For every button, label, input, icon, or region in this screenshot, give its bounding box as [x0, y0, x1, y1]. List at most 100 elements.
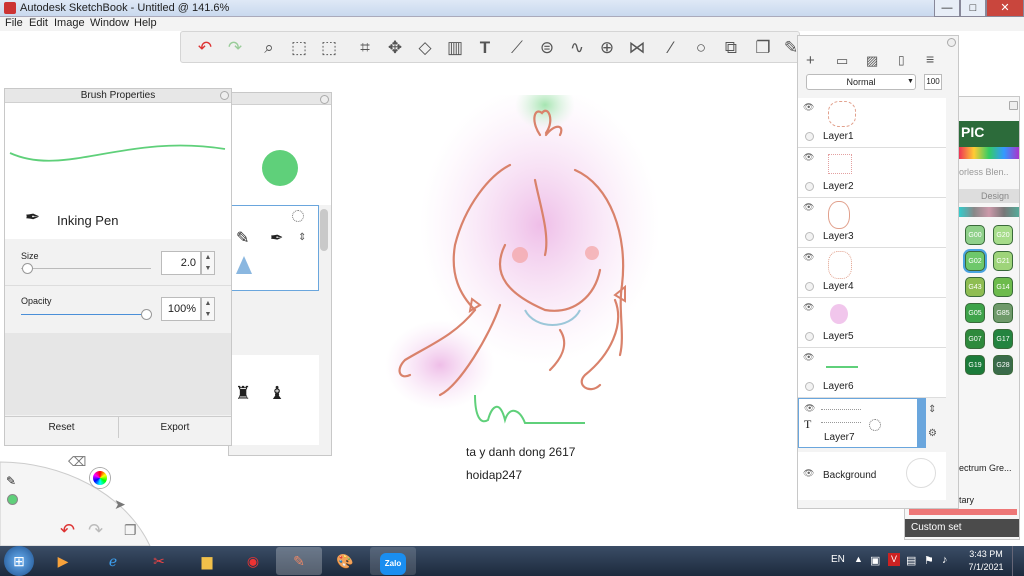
layer-row[interactable]: 👁 Layer5	[798, 298, 946, 348]
layer-lock-radio[interactable]	[805, 382, 814, 391]
layer-menu-icon[interactable]: ≡	[926, 51, 934, 67]
vietkey-tray-icon[interactable]: V	[888, 553, 900, 566]
copic-swatch[interactable]: G20	[993, 225, 1013, 245]
language-indicator[interactable]: EN	[831, 554, 845, 565]
snipping-tool-taskbar-icon[interactable]: ✂	[136, 547, 182, 575]
crayon-brush-icon[interactable]: ♝	[269, 383, 285, 404]
add-group-icon[interactable]: ▭	[836, 53, 848, 69]
opacity-slider-thumb[interactable]	[141, 309, 152, 320]
shape-icon[interactable]: ○	[689, 36, 713, 60]
color-wheel-icon[interactable]	[90, 468, 110, 488]
perspective-icon[interactable]: ⊕	[595, 36, 619, 60]
copic-swatch[interactable]: G02	[965, 251, 985, 271]
layer-row[interactable]: 👁 Layer1	[798, 98, 946, 148]
wheel-redo-icon[interactable]: ↷	[88, 520, 103, 541]
opacity-value-field[interactable]: 100%	[161, 297, 201, 321]
export-button[interactable]: Export	[119, 416, 231, 438]
stroke-icon[interactable]: ⁄	[659, 36, 683, 60]
copic-swatch[interactable]: G28	[993, 355, 1013, 375]
brush-library-close-icon[interactable]	[320, 95, 329, 104]
copic-swatch[interactable]: G19	[965, 355, 985, 375]
close-button[interactable]: ✕	[986, 0, 1024, 17]
select-icon[interactable]: ⬚	[287, 36, 311, 60]
clipboard-tray-icon[interactable]: ▣	[870, 554, 880, 567]
chrome-taskbar-icon[interactable]: ◉	[230, 547, 276, 575]
fill-icon[interactable]: ▥	[443, 36, 467, 60]
eye-icon[interactable]: 👁	[803, 302, 814, 313]
copic-swatch[interactable]: G00	[965, 225, 985, 245]
triangle-brush-icon[interactable]	[236, 256, 252, 274]
layer-row[interactable]: 👁 Layer3	[798, 198, 946, 248]
layers-icon[interactable]: ❐	[751, 36, 775, 60]
distort-icon[interactable]: ◇	[413, 36, 437, 60]
copic-swatch[interactable]: G17	[993, 329, 1013, 349]
background-layer-row[interactable]: 👁 Background	[798, 452, 946, 500]
french-curve-icon[interactable]: ∿	[565, 36, 589, 60]
show-desktop-button[interactable]	[1012, 546, 1024, 576]
ruler-icon[interactable]: ⟋	[505, 36, 529, 60]
blend-mode-select[interactable]: Normal ▼	[806, 74, 916, 90]
clear-layer-icon[interactable]: ▯	[898, 53, 905, 67]
clock-time[interactable]: 3:43 PM	[966, 549, 1006, 559]
copic-swatch[interactable]: G05	[965, 303, 985, 323]
eye-icon[interactable]: 👁	[803, 102, 814, 113]
text-icon[interactable]: T	[473, 36, 497, 60]
opacity-stepper[interactable]: ▲ ▼	[201, 297, 215, 321]
flag-tray-icon[interactable]: ⚑	[924, 554, 934, 567]
eye-icon[interactable]: 👁	[803, 468, 814, 479]
copic-swatch[interactable]: G85	[993, 303, 1013, 323]
custom-set-button[interactable]: Custom set	[905, 519, 1019, 537]
add-image-icon[interactable]: ▨	[866, 53, 878, 69]
layer-lock-radio[interactable]	[805, 232, 814, 241]
size-value-field[interactable]: 2.0	[161, 251, 201, 275]
tray-expand-icon[interactable]: ▲	[854, 554, 863, 564]
layer-move-icon[interactable]: ⇕	[928, 404, 936, 415]
brush-sort-icon[interactable]: ⇕	[298, 232, 306, 243]
brush-set-2[interactable]: ♜ ♝	[229, 355, 319, 445]
crop-icon[interactable]: ⌗	[353, 36, 377, 60]
brush-library-scrollbar[interactable]	[320, 209, 328, 251]
copic-swatch[interactable]: G21	[993, 251, 1013, 271]
copic-close-icon[interactable]	[1009, 101, 1018, 110]
eye-icon[interactable]: 👁	[803, 202, 814, 213]
minimize-button[interactable]: —	[934, 0, 960, 17]
brush-set-selected[interactable]: ✎ ✒ ⇕	[229, 205, 319, 291]
layer-editor-close-icon[interactable]	[947, 38, 956, 47]
paint-taskbar-icon[interactable]: 🎨	[322, 547, 368, 575]
wheel-undo-icon[interactable]: ↶	[60, 520, 75, 541]
menu-window[interactable]: Window	[90, 17, 129, 29]
menu-edit[interactable]: Edit	[29, 17, 48, 29]
reset-button[interactable]: Reset	[5, 416, 119, 438]
drawing-canvas[interactable]	[360, 95, 660, 445]
marker-brush-icon[interactable]: ♜	[235, 383, 251, 404]
eye-icon[interactable]: 👁	[803, 352, 814, 363]
menu-help[interactable]: Help	[134, 17, 157, 29]
eye-icon[interactable]: 👁	[803, 152, 814, 163]
volume-tray-icon[interactable]: ♪	[942, 554, 948, 566]
undo-icon[interactable]: ↶	[193, 36, 217, 60]
copic-swatch[interactable]: G14	[993, 277, 1013, 297]
ink-pen-brush-icon[interactable]: ✒	[270, 228, 283, 248]
sketchbook-taskbar-icon[interactable]: ✎	[276, 547, 322, 575]
pencil-brush-icon[interactable]: ✎	[236, 228, 249, 248]
airbrush-icon[interactable]	[292, 210, 304, 222]
clock-date[interactable]: 7/1/2021	[966, 562, 1006, 572]
network-tray-icon[interactable]: ▤	[906, 554, 916, 567]
move-icon[interactable]: ✥	[383, 36, 407, 60]
size-slider-thumb[interactable]	[22, 263, 33, 274]
file-explorer-taskbar-icon[interactable]: ▆	[184, 547, 230, 575]
ellipse-guide-icon[interactable]: ⊜	[535, 36, 559, 60]
size-stepper[interactable]: ▲ ▼	[201, 251, 215, 275]
menu-image[interactable]: Image	[54, 17, 85, 29]
layer-opacity-field[interactable]: 100	[924, 74, 942, 90]
media-player-taskbar-icon[interactable]: ▶	[40, 547, 86, 575]
selection-wheel-icon[interactable]: ➤	[114, 496, 126, 513]
internet-explorer-taskbar-icon[interactable]: ℯ	[90, 547, 136, 575]
size-slider-track[interactable]	[21, 268, 151, 269]
layer-lock-radio[interactable]	[805, 182, 814, 191]
layer-lock-radio[interactable]	[805, 282, 814, 291]
wheel-layers-icon[interactable]: ❐	[124, 522, 137, 539]
copic-palette-strip[interactable]	[959, 207, 1019, 217]
layer-lock-radio[interactable]	[805, 132, 814, 141]
copic-swatch[interactable]: G43	[965, 277, 985, 297]
